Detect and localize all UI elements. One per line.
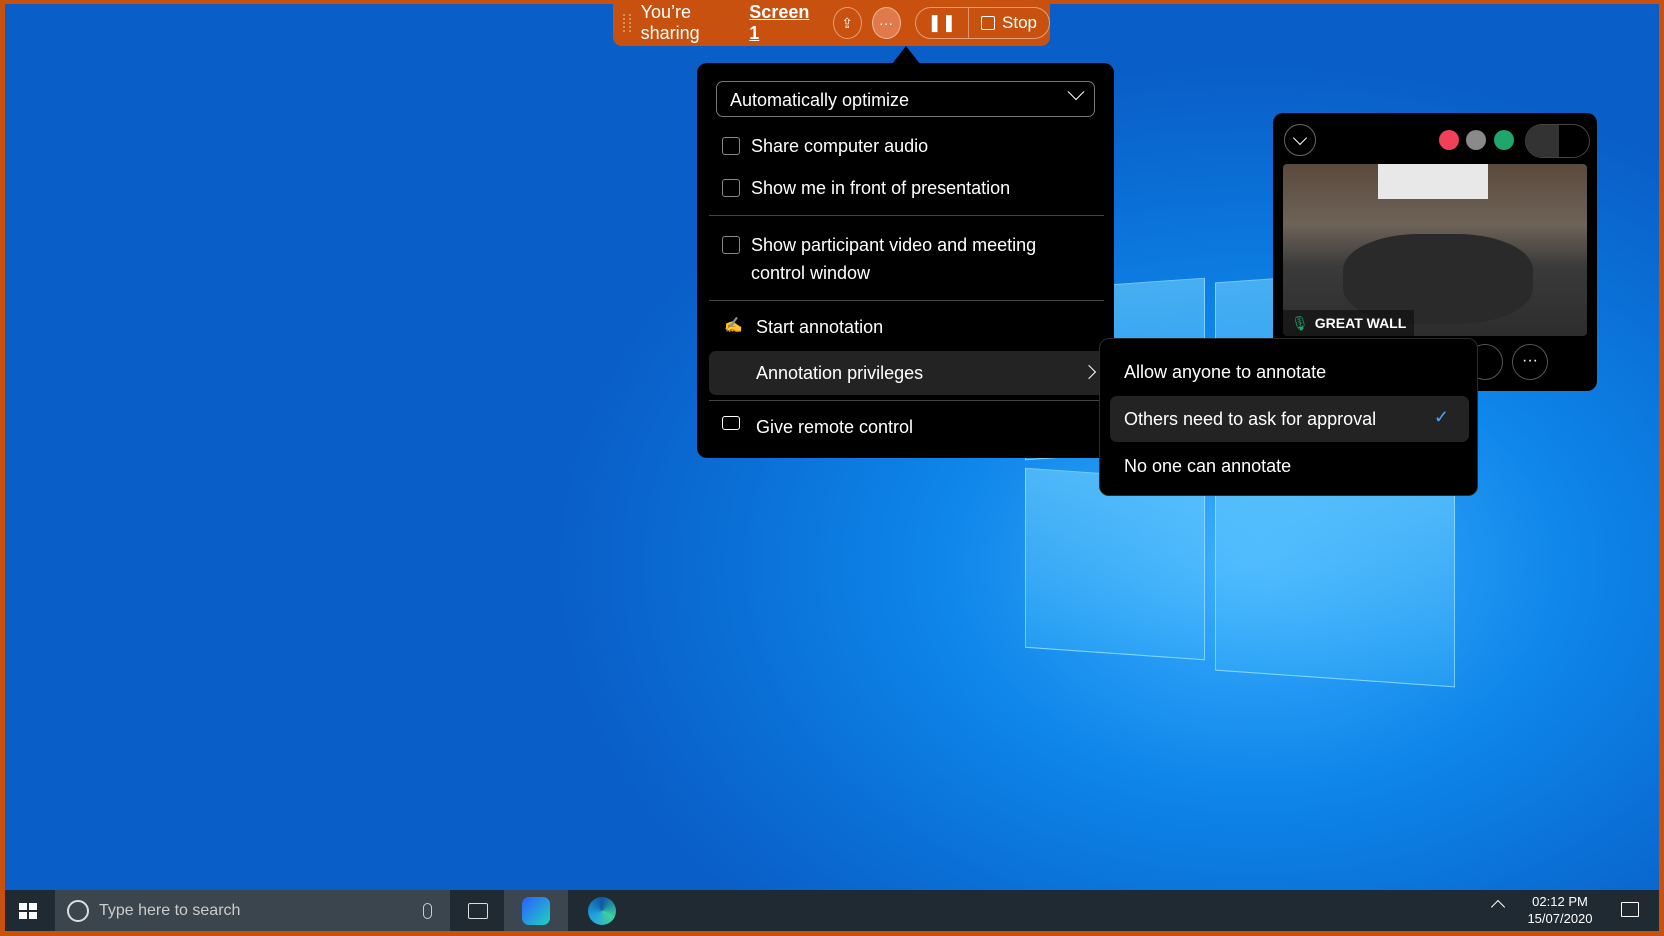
grid-layout-icon[interactable] — [1559, 125, 1589, 157]
participant-name: GREAT WALL — [1314, 315, 1407, 331]
participant-video: 🎙 GREAT WALL — [1283, 164, 1587, 336]
allow-anyone-option[interactable]: Allow anyone to annotate — [1124, 362, 1326, 383]
taskbar: Type here to search 02:12 PM 15/07/2020 — [5, 890, 1659, 931]
layout-toggle — [1525, 124, 1590, 158]
webex-app-icon[interactable] — [504, 890, 568, 931]
notifications-icon[interactable] — [1621, 902, 1639, 917]
checkbox[interactable] — [722, 179, 740, 197]
stop-label: Stop — [1002, 13, 1037, 32]
option-label: Share computer audio — [751, 136, 929, 156]
webex-logo — [522, 896, 550, 925]
divider — [709, 400, 1104, 401]
sharing-label: You’re sharing — [640, 2, 700, 43]
share-options-menu: Automatically optimize Share computer au… — [697, 63, 1114, 458]
annotation-pen-icon: ✍ — [724, 317, 743, 334]
chevron-right-icon — [1081, 364, 1097, 380]
dropdown-value: Automatically optimize — [730, 90, 910, 110]
participant-name-tag: 🎙 GREAT WALL — [1283, 310, 1415, 336]
clock-date: 15/07/2020 — [1527, 911, 1593, 926]
item-label: Annotation privileges — [756, 363, 924, 383]
give-remote-control-item[interactable]: Give remote control — [697, 415, 1114, 439]
start-annotation-item[interactable]: ✍ Start annotation — [697, 315, 1114, 339]
option-label-line2: control window — [751, 263, 871, 283]
whiteboard-image — [1378, 164, 1488, 199]
windows-logo-pane — [1215, 470, 1455, 688]
chevron-down-icon — [1292, 130, 1308, 146]
item-label: Give remote control — [756, 417, 914, 437]
windows-logo-pane — [1025, 467, 1205, 661]
option-label: Others need to ask for approval — [1124, 409, 1377, 429]
collapse-button[interactable] — [1284, 124, 1316, 156]
show-me-option[interactable]: Show me in front of presentation — [697, 176, 1114, 200]
single-layout-icon[interactable] — [1526, 125, 1559, 157]
annotation-privileges-item[interactable]: Annotation privileges — [709, 351, 1114, 395]
show-hidden-icons[interactable] — [1490, 899, 1506, 915]
drag-handle[interactable] — [623, 14, 631, 32]
more-icon[interactable]: ··· — [871, 7, 901, 39]
windows-start-icon[interactable] — [19, 903, 37, 919]
edge-browser-icon[interactable] — [588, 896, 616, 925]
option-label: Show me in front of presentation — [751, 178, 1011, 198]
optimize-dropdown[interactable]: Automatically optimize — [716, 81, 1095, 117]
no-one-option[interactable]: No one can annotate — [1124, 456, 1291, 477]
microphone-icon: 🎙 — [1291, 314, 1309, 331]
clock[interactable]: 02:12 PM 15/07/2020 — [1520, 893, 1600, 927]
checkbox[interactable] — [722, 236, 740, 254]
item-label: Start annotation — [756, 317, 884, 337]
clock-time: 02:12 PM — [1532, 894, 1588, 909]
remote-control-icon — [722, 416, 740, 430]
upload-icon[interactable]: ⇪ — [832, 7, 862, 39]
sharing-control-bar: You’re sharing Screen 1 ⇪ ··· ❚❚ Stop — [613, 0, 1050, 46]
stop-button[interactable]: Stop — [969, 8, 1049, 38]
recording-icon — [1439, 130, 1459, 150]
divider — [709, 215, 1104, 216]
menu-caret — [892, 46, 920, 64]
checkmark-icon: ✓ — [1433, 407, 1449, 427]
search-placeholder: Type here to search — [99, 901, 241, 919]
ask-approval-option[interactable]: Others need to ask for approval ✓ — [1110, 396, 1469, 442]
option-label: Show participant video and meeting — [751, 235, 1037, 255]
participant-video-option[interactable]: Show participant video and meeting contro… — [697, 231, 1114, 287]
link-icon — [1466, 130, 1486, 150]
checkbox[interactable] — [722, 137, 740, 155]
pause-icon[interactable]: ❚❚ — [916, 8, 970, 38]
cortana-icon — [67, 899, 89, 922]
pause-stop-group: ❚❚ Stop — [914, 7, 1050, 39]
annotation-privileges-submenu: Allow anyone to annotate Others need to … — [1099, 338, 1478, 496]
share-audio-option[interactable]: Share computer audio — [697, 134, 1114, 158]
signal-icon — [1494, 130, 1514, 150]
task-view-icon[interactable] — [468, 902, 488, 919]
taskbar-search[interactable]: Type here to search — [55, 890, 450, 931]
screen-link[interactable]: Screen 1 — [749, 2, 816, 44]
more-icon[interactable]: ··· — [1512, 344, 1548, 380]
chevron-down-icon — [1067, 83, 1085, 101]
microphone-icon[interactable] — [423, 902, 432, 919]
stop-icon — [981, 16, 996, 30]
divider — [709, 300, 1104, 301]
